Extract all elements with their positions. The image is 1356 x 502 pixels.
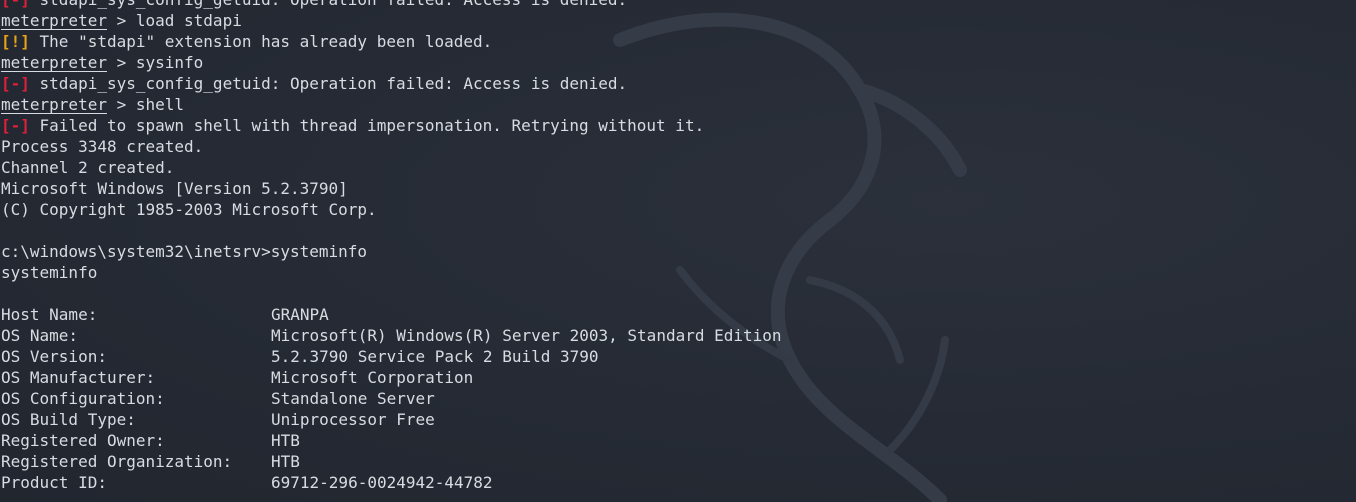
output-line [1, 283, 782, 304]
output-text: Microsoft Windows [Version 5.2.3790] [1, 179, 348, 198]
systeminfo-key: OS Name: [1, 326, 79, 345]
systeminfo-value: Uniprocessor Free [271, 410, 435, 429]
error-message: stdapi_sys_config_getuid: Operation fail… [29, 74, 628, 93]
systeminfo-value: 69712-296-0024942-44782 [271, 473, 493, 492]
output-line [1, 220, 782, 241]
systeminfo-key: OS Manufacturer: [1, 368, 156, 387]
output-text: (C) Copyright 1985-2003 Microsoft Corp. [1, 200, 377, 219]
systeminfo-row: OS Name: Microsoft(R) Windows(R) Server 2… [1, 325, 782, 346]
meterpreter-prompt: meterpreter [1, 95, 107, 114]
systeminfo-row: Host Name: GRANPA [1, 304, 782, 325]
systeminfo-row: Registered Owner: HTB [1, 430, 782, 451]
systeminfo-row: Registered Organization: HTB [1, 451, 782, 472]
systeminfo-row: OS Build Type: Uniprocessor Free [1, 409, 782, 430]
output-line: systeminfo [1, 262, 782, 283]
command-text: > shell [106, 95, 185, 114]
systeminfo-value: HTB [271, 431, 300, 450]
output-text: systeminfo [1, 263, 98, 282]
terminal-output: [-] stdapi_sys_config_getuid: Operation … [1, 0, 782, 493]
systeminfo-value: 5.2.3790 Service Pack 2 Build 3790 [271, 347, 599, 366]
systeminfo-value: GRANPA [271, 305, 329, 324]
output-line: c:\windows\system32\inetsrv>systeminfo [1, 241, 782, 262]
systeminfo-key: Registered Owner: [1, 431, 165, 450]
command-text: > sysinfo [106, 53, 204, 72]
systeminfo-value: Standalone Server [271, 389, 435, 408]
error-line: [-] stdapi_sys_config_getuid: Operation … [1, 73, 782, 94]
systeminfo-key: OS Configuration: [1, 389, 165, 408]
warning-message: The "stdapi" extension has already been … [29, 32, 493, 51]
systeminfo-row: OS Version: 5.2.3790 Service Pack 2 Build… [1, 346, 782, 367]
error-line: [-] stdapi_sys_config_getuid: Operation … [1, 0, 782, 10]
command-line: meterpreter > sysinfo [1, 52, 782, 73]
error-tag: [-] [1, 74, 30, 93]
systeminfo-key: Registered Organization: [1, 452, 233, 471]
meterpreter-prompt: meterpreter [1, 11, 107, 30]
systeminfo-row: OS Manufacturer: Microsoft Corporation [1, 367, 782, 388]
warning-tag: [!] [1, 32, 30, 51]
systeminfo-value: Microsoft(R) Windows(R) Server 2003, Sta… [271, 326, 782, 345]
systeminfo-row: Product ID: 69712-296-0024942-44782 [1, 472, 782, 493]
output-line: (C) Copyright 1985-2003 Microsoft Corp. [1, 199, 782, 220]
output-line: Process 3348 created. [1, 136, 782, 157]
meterpreter-prompt: meterpreter [1, 53, 107, 72]
systeminfo-key: OS Version: [1, 347, 107, 366]
output-line: Microsoft Windows [Version 5.2.3790] [1, 178, 782, 199]
systeminfo-value: Microsoft Corporation [271, 368, 474, 387]
warning-line: [!] The "stdapi" extension has already b… [1, 31, 782, 52]
output-line: Channel 2 created. [1, 157, 782, 178]
systeminfo-key: OS Build Type: [1, 410, 136, 429]
terminal-window[interactable]: [-] stdapi_sys_config_getuid: Operation … [0, 0, 1356, 502]
output-text: Channel 2 created. [1, 158, 175, 177]
error-tag: [-] [1, 0, 30, 9]
error-tag: [-] [1, 116, 30, 135]
error-message: Failed to spawn shell with thread impers… [29, 116, 705, 135]
systeminfo-value: HTB [271, 452, 300, 471]
command-line: meterpreter > shell [1, 94, 782, 115]
error-line: [-] Failed to spawn shell with thread im… [1, 115, 782, 136]
command-text: > load stdapi [106, 11, 242, 30]
error-message: stdapi_sys_config_getuid: Operation fail… [30, 0, 628, 9]
systeminfo-row: OS Configuration: Standalone Server [1, 388, 782, 409]
output-text: c:\windows\system32\inetsrv>systeminfo [1, 242, 368, 261]
command-line: meterpreter > load stdapi [1, 10, 782, 31]
output-text: Process 3348 created. [1, 137, 204, 156]
systeminfo-key: Product ID: [1, 473, 107, 492]
systeminfo-key: Host Name: [1, 305, 98, 324]
